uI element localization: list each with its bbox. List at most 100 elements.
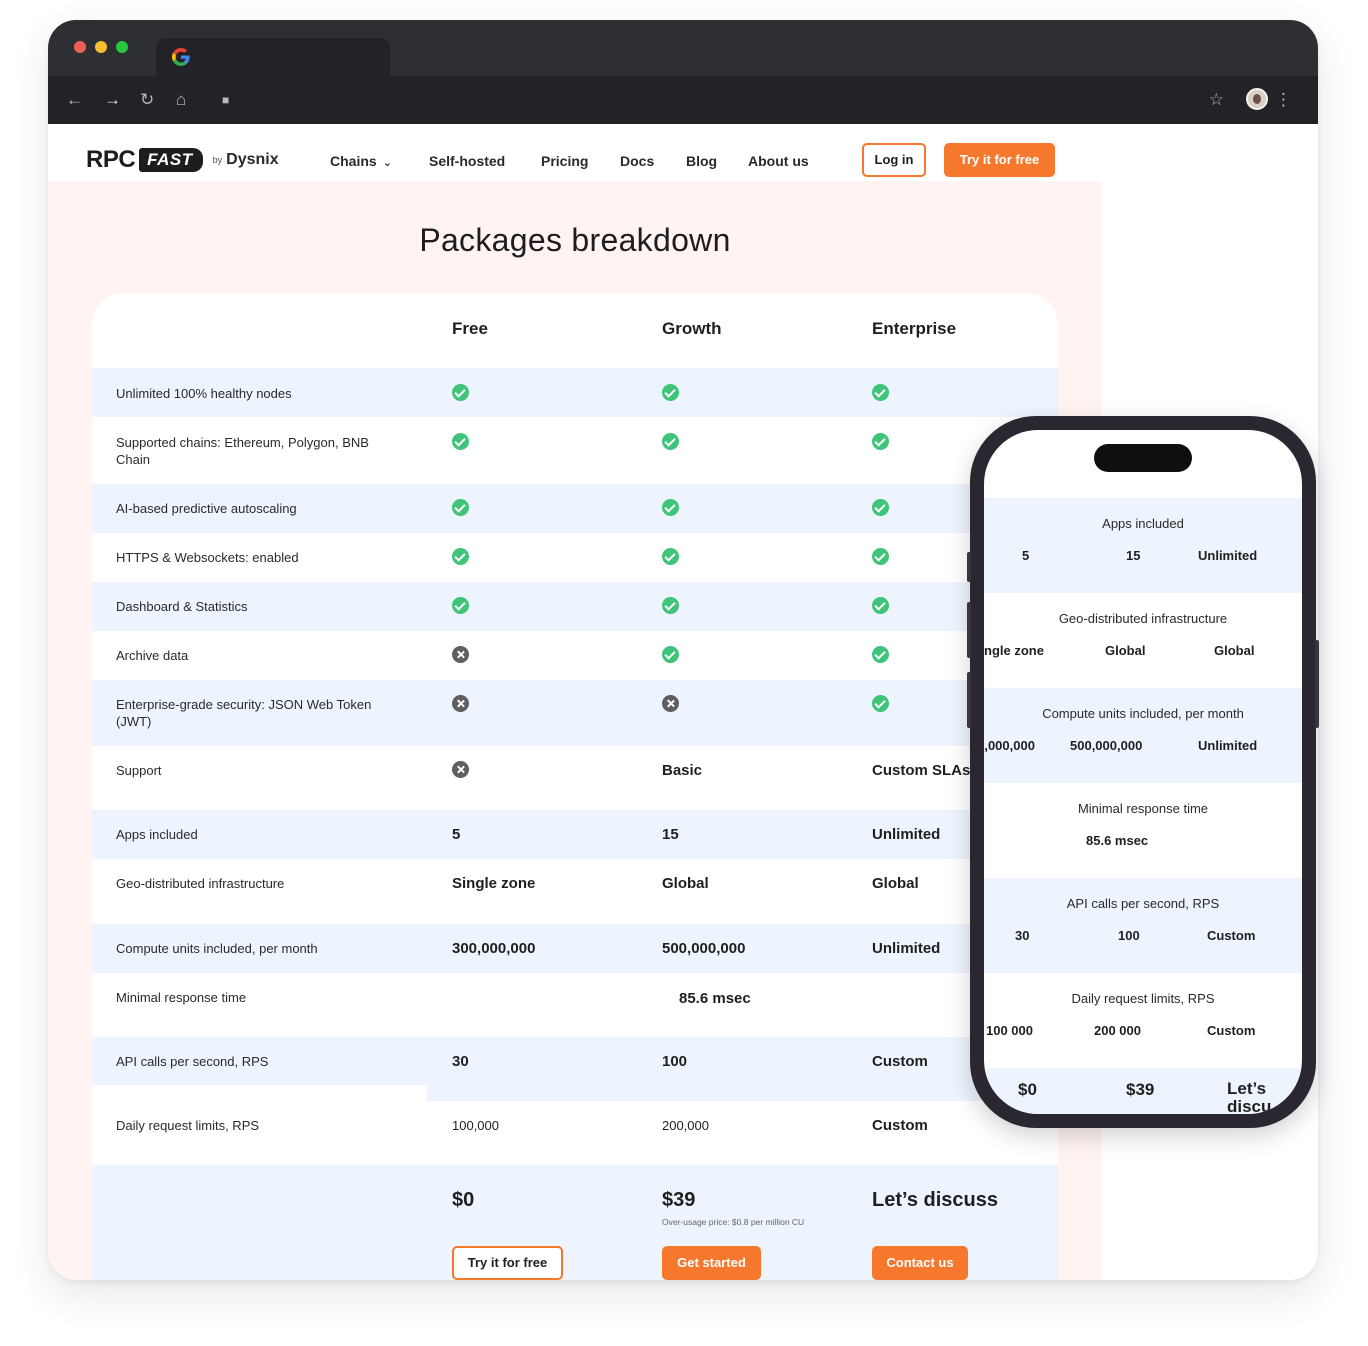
table-row: Enterprise-grade security: JSON Web Toke… [92,680,1058,746]
table-row: Support Basic Custom SLAs [92,746,1058,810]
table-cell: 300,000,000 [452,940,536,957]
table-cell: Custom SLAs [872,762,971,779]
feature-label: API calls per second, RPS [116,1054,269,1069]
mobile-price: $0 [1018,1080,1037,1099]
page: RPC FAST by Dysnix Chains ⌄ Self-hosted P… [48,124,1102,1280]
row-corner-fill [92,1085,427,1101]
check-icon [872,499,889,516]
check-icon [872,433,889,450]
check-icon [872,384,889,401]
table-cell: Single zone [452,875,536,892]
nav-blog[interactable]: Blog [686,153,717,169]
mobile-price: $39 [1126,1080,1155,1099]
mobile-cell: Unlimited [1198,738,1258,753]
table-row: HTTPS & Websockets: enabled [92,533,1058,582]
table-cell: 500,000,000 [662,940,746,957]
home-icon[interactable]: ⌂ [176,90,186,110]
mobile-cell: 100 [1118,928,1140,943]
table-row: Supported chains: Ethereum, Polygon, BNB… [92,417,1058,484]
logo-dysnix-text: Dysnix [226,151,279,168]
nav-chains[interactable]: Chains ⌄ [330,153,392,169]
feature-label: AI-based predictive autoscaling [116,501,297,516]
table-cell: 5 [452,826,461,843]
table-cell: Unlimited [872,826,941,843]
phone-screen: Apps included 5 15 Unlimited Geo-distrib… [984,430,1302,1114]
check-icon [662,548,679,565]
login-button[interactable]: Log in [862,143,926,177]
reload-icon[interactable]: ↻ [140,90,154,110]
feature-label: Archive data [116,648,189,663]
mobile-feature-title: API calls per second, RPS [1066,896,1220,911]
maximize-window-icon[interactable] [116,41,128,53]
try-free-button[interactable]: Try it for free [944,143,1055,177]
table-cell: 100,000 [452,1118,499,1133]
mobile-feature-row: Minimal response time 85.6 msec [984,783,1302,878]
bookmark-star-icon[interactable]: ☆ [1209,90,1224,110]
close-window-icon[interactable] [74,41,86,53]
feature-label: Support [116,763,162,778]
contact-us-button[interactable]: Contact us [872,1246,968,1280]
check-icon [452,433,469,450]
growth-price: $39 [662,1189,696,1211]
browser-menu-icon[interactable]: ⋮ [1275,90,1292,110]
cross-icon [662,695,679,712]
phone-side-button [967,552,971,582]
forward-arrow-icon[interactable]: → [104,90,121,110]
nav-about-us[interactable]: About us [748,153,809,169]
check-icon [662,499,679,516]
mobile-feature-row: Apps included 5 15 Unlimited [984,498,1302,593]
minimize-window-icon[interactable] [95,41,107,53]
nav-pricing[interactable]: Pricing [541,153,588,169]
feature-label: Minimal response time [116,990,247,1005]
browser-tab[interactable] [156,38,390,76]
table-row: Archive data [92,631,1058,680]
growth-overusage-note: Over-usage price: $0.8 per million CU [662,1217,805,1227]
logo-by-text: by [212,155,223,165]
nav-docs[interactable]: Docs [620,153,654,169]
phone-mockup: Apps included 5 15 Unlimited Geo-distrib… [967,416,1319,1128]
mobile-cell: 30 [1015,928,1030,943]
feature-label: HTTPS & Websockets: enabled [116,550,299,565]
cross-icon [452,646,469,663]
table-row: Geo-distributed infrastructure Single zo… [92,859,1058,924]
cross-icon [452,695,469,712]
plan-header-free: Free [452,319,488,338]
nav-self-hosted[interactable]: Self-hosted [429,153,505,169]
mobile-price: Let’s discu [1227,1079,1272,1115]
profile-avatar-icon[interactable] [1246,88,1268,110]
get-started-button[interactable]: Get started [662,1246,761,1280]
mobile-cell: ngle zone [984,643,1044,658]
table-row: Dashboard & Statistics [92,582,1058,631]
rpcfast-logo[interactable]: RPC FAST by Dysnix [86,146,279,174]
mobile-cell: Global [1105,643,1146,658]
mobile-feature-title: Minimal response time [1077,801,1209,816]
check-icon [662,433,679,450]
table-row: Compute units included, per month 300,00… [92,924,1058,973]
dynamic-island [1094,444,1192,472]
table-cell: Custom [872,1053,928,1070]
check-icon [452,597,469,614]
feature-label: Supported chains: Ethereum, Polygon, BNB… [116,435,369,467]
mobile-cell: Custom [1207,1023,1256,1038]
mobile-cell: Custom [1207,928,1256,943]
check-icon [872,646,889,663]
check-icon [452,548,469,565]
browser-toolbar: ← → ↻ ⌂ ■ ☆ ⋮ [48,76,1318,124]
try-free-plan-button[interactable]: Try it for free [452,1246,563,1280]
check-icon [872,597,889,614]
check-icon [452,384,469,401]
mobile-feature-title: Daily request limits, RPS [1071,991,1215,1006]
back-arrow-icon[interactable]: ← [66,90,83,110]
phone-volume-up-button [967,602,971,658]
nav-chains-label: Chains [330,153,377,169]
mobile-feature-row: Compute units included, per month ),000,… [984,688,1302,783]
feature-label: Compute units included, per month [116,941,318,956]
feature-label: Unlimited 100% healthy nodes [116,386,292,401]
site-navbar: RPC FAST by Dysnix Chains ⌄ Self-hosted P… [48,124,1102,181]
mobile-cell: 100 000 [986,1023,1033,1038]
mobile-feature-row: Geo-distributed infrastructure ngle zone… [984,593,1302,688]
pricing-row: $0 $39 Over-usage price: $0.8 per millio… [92,1165,1058,1280]
mobile-cell: 15 [1126,548,1141,563]
feature-label: Dashboard & Statistics [116,599,248,614]
feature-label: Apps included [116,827,198,842]
